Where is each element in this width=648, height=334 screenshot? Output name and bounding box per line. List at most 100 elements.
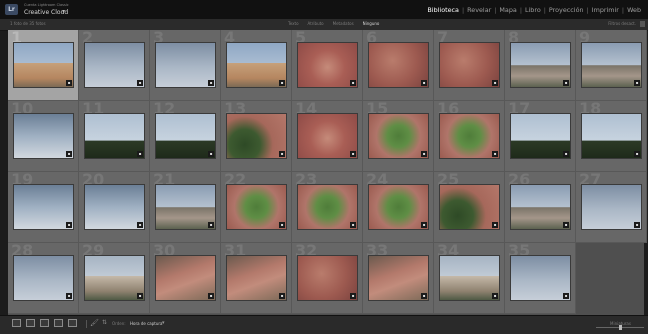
thumbnail-cell[interactable]: 19 ▪ xyxy=(8,171,79,243)
catalog-menu-chevron-icon[interactable]: ▾ xyxy=(62,8,65,15)
photo-thumbnail[interactable]: ▪ xyxy=(511,43,570,87)
metadata-badge-icon[interactable]: ▪ xyxy=(66,80,72,86)
thumbnail-cell[interactable]: 13 ▪ xyxy=(221,100,292,172)
photo-thumbnail[interactable]: ▪ xyxy=(511,185,570,229)
metadata-badge-icon[interactable]: ▪ xyxy=(563,293,569,299)
photo-thumbnail[interactable]: ▪ xyxy=(85,185,144,229)
thumbnail-cell[interactable]: 15 ▪ xyxy=(363,100,434,172)
thumbnail-cell[interactable]: 14 ▪ xyxy=(292,100,363,172)
metadata-badge-icon[interactable]: ▪ xyxy=(492,293,498,299)
people-view-icon[interactable] xyxy=(68,319,77,327)
photo-thumbnail[interactable]: ▪ xyxy=(511,114,570,158)
thumbnail-cell[interactable]: 8 ▪ xyxy=(505,29,576,101)
thumbnail-cell[interactable]: 28 ▪ xyxy=(8,242,79,314)
metadata-badge-icon[interactable]: ▪ xyxy=(137,293,143,299)
photo-thumbnail[interactable]: ▪ xyxy=(582,114,641,158)
metadata-badge-icon[interactable]: ▪ xyxy=(634,151,640,157)
metadata-badge-icon[interactable]: ▪ xyxy=(634,222,640,228)
photo-thumbnail[interactable]: ▪ xyxy=(440,43,499,87)
metadata-badge-icon[interactable]: ▪ xyxy=(492,151,498,157)
filter-metadatos[interactable]: Metadatos xyxy=(333,21,354,26)
metadata-badge-icon[interactable]: ▪ xyxy=(279,222,285,228)
module-biblioteca[interactable]: Biblioteca xyxy=(426,6,460,14)
photo-thumbnail[interactable]: ▪ xyxy=(14,43,73,87)
metadata-badge-icon[interactable]: ▪ xyxy=(137,151,143,157)
thumbnail-cell[interactable]: 35 ▪ xyxy=(505,242,576,314)
photo-thumbnail[interactable]: ▪ xyxy=(227,256,286,300)
painter-spray-icon[interactable]: 🖌 xyxy=(90,319,99,327)
photo-thumbnail[interactable]: ▪ xyxy=(227,43,286,87)
photo-thumbnail[interactable]: ▪ xyxy=(440,185,499,229)
thumbnail-cell[interactable]: 12 ▪ xyxy=(150,100,221,172)
compare-view-icon[interactable] xyxy=(40,319,49,327)
filter-texto[interactable]: Texto xyxy=(288,21,299,26)
metadata-badge-icon[interactable]: ▪ xyxy=(208,293,214,299)
photo-thumbnail[interactable]: ▪ xyxy=(156,185,215,229)
thumbnail-cell[interactable]: 32 ▪ xyxy=(292,242,363,314)
filter-presets-dropdown[interactable]: Filtros desact. xyxy=(608,21,636,26)
thumbnail-cell[interactable]: 31 ▪ xyxy=(221,242,292,314)
metadata-badge-icon[interactable]: ▪ xyxy=(279,80,285,86)
thumbnail-cell[interactable]: 18 ▪ xyxy=(576,100,647,172)
photo-thumbnail[interactable]: ▪ xyxy=(227,185,286,229)
grid-view-icon[interactable] xyxy=(12,319,21,327)
metadata-badge-icon[interactable]: ▪ xyxy=(563,80,569,86)
metadata-badge-icon[interactable]: ▪ xyxy=(208,151,214,157)
photo-thumbnail[interactable]: ▪ xyxy=(85,43,144,87)
photo-thumbnail[interactable]: ▪ xyxy=(369,43,428,87)
photo-thumbnail[interactable]: ▪ xyxy=(298,43,357,87)
metadata-badge-icon[interactable]: ▪ xyxy=(421,151,427,157)
thumbnail-cell[interactable]: 9 ▪ xyxy=(576,29,647,101)
photo-thumbnail[interactable]: ▪ xyxy=(369,256,428,300)
thumbnail-cell[interactable]: 1 ▪ xyxy=(8,29,79,101)
photo-thumbnail[interactable]: ▪ xyxy=(582,43,641,87)
photo-thumbnail[interactable]: ▪ xyxy=(156,256,215,300)
metadata-badge-icon[interactable]: ▪ xyxy=(279,293,285,299)
thumbnail-size-slider-handle[interactable] xyxy=(619,325,622,330)
thumbnail-cell[interactable]: 17 ▪ xyxy=(505,100,576,172)
metadata-badge-icon[interactable]: ▪ xyxy=(137,222,143,228)
filter-lock-icon[interactable] xyxy=(640,21,645,27)
photo-thumbnail[interactable]: ▪ xyxy=(298,185,357,229)
photo-thumbnail[interactable]: ▪ xyxy=(369,185,428,229)
photo-thumbnail[interactable]: ▪ xyxy=(298,256,357,300)
thumbnail-cell[interactable]: 26 ▪ xyxy=(505,171,576,243)
thumbnail-cell[interactable]: 20 ▪ xyxy=(79,171,150,243)
metadata-badge-icon[interactable]: ▪ xyxy=(421,222,427,228)
sort-chevron-icon[interactable]: ▾ xyxy=(162,320,165,326)
thumbnail-cell[interactable]: 16 ▪ xyxy=(434,100,505,172)
photo-thumbnail[interactable]: ▪ xyxy=(14,256,73,300)
photo-thumbnail[interactable]: ▪ xyxy=(14,114,73,158)
thumbnail-cell[interactable]: 23 ▪ xyxy=(292,171,363,243)
photo-thumbnail[interactable]: ▪ xyxy=(582,185,641,229)
module-proyecci-n[interactable]: Proyección xyxy=(548,6,585,14)
metadata-badge-icon[interactable]: ▪ xyxy=(492,80,498,86)
thumbnail-cell[interactable]: 25 ▪ xyxy=(434,171,505,243)
metadata-badge-icon[interactable]: ▪ xyxy=(563,151,569,157)
photo-thumbnail[interactable]: ▪ xyxy=(440,256,499,300)
thumbnail-cell[interactable]: 3 ▪ xyxy=(150,29,221,101)
metadata-badge-icon[interactable]: ▪ xyxy=(634,80,640,86)
thumbnail-grid[interactable]: 1 ▪ 2 ▪ 3 ▪ 4 ▪ 5 ▪ 6 ▪ 7 ▪ 8 ▪ 9 ▪ 10 ▪ 11 ▪ 12 ▪ 13 ▪ 14 ▪ 15 ▪ 16 ▪ 1… xyxy=(8,29,647,315)
photo-thumbnail[interactable]: ▪ xyxy=(440,114,499,158)
thumbnail-cell[interactable]: 30 ▪ xyxy=(150,242,221,314)
sort-order-dropdown[interactable]: Hora de captura xyxy=(130,321,162,326)
thumbnail-cell[interactable]: 33 ▪ xyxy=(363,242,434,314)
photo-thumbnail[interactable]: ▪ xyxy=(227,114,286,158)
metadata-badge-icon[interactable]: ▪ xyxy=(350,222,356,228)
thumbnail-cell[interactable]: 29 ▪ xyxy=(79,242,150,314)
metadata-badge-icon[interactable]: ▪ xyxy=(137,80,143,86)
survey-view-icon[interactable] xyxy=(54,319,63,327)
photo-thumbnail[interactable]: ▪ xyxy=(85,256,144,300)
thumbnail-cell[interactable]: 2 ▪ xyxy=(79,29,150,101)
metadata-badge-icon[interactable]: ▪ xyxy=(66,151,72,157)
photo-thumbnail[interactable]: ▪ xyxy=(156,114,215,158)
metadata-badge-icon[interactable]: ▪ xyxy=(563,222,569,228)
thumbnail-cell[interactable]: 4 ▪ xyxy=(221,29,292,101)
thumbnail-cell[interactable]: 11 ▪ xyxy=(79,100,150,172)
photo-thumbnail[interactable]: ▪ xyxy=(156,43,215,87)
metadata-badge-icon[interactable]: ▪ xyxy=(421,293,427,299)
thumbnail-cell[interactable]: 6 ▪ xyxy=(363,29,434,101)
photo-thumbnail[interactable]: ▪ xyxy=(298,114,357,158)
thumbnail-cell[interactable]: 21 ▪ xyxy=(150,171,221,243)
